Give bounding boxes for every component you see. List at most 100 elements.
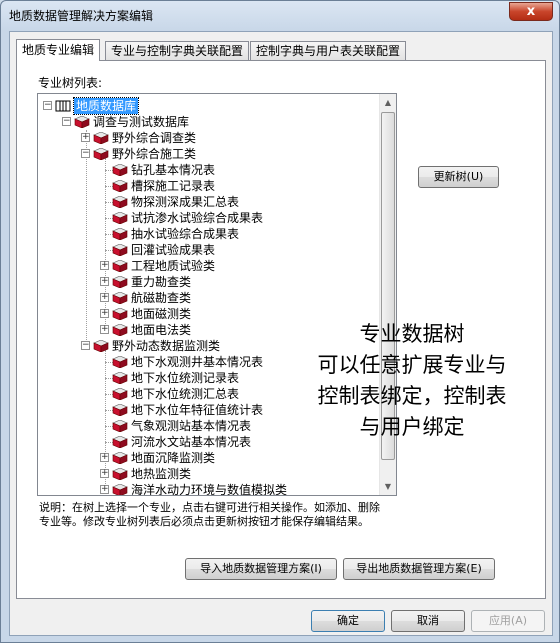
export-plan-button[interactable]: 导出地质数据管理方案(E) — [343, 558, 495, 580]
tree-node-label: 河流水文站基本情况表 — [131, 435, 252, 449]
tree-node-label: 地下水观测井基本情况表 — [131, 355, 264, 369]
cancel-button[interactable]: 取消 — [391, 610, 465, 632]
window-title: 地质数据管理解决方案编辑 — [9, 9, 154, 23]
expand-icon[interactable]: + — [100, 485, 109, 494]
tab-geology-specialty-edit[interactable]: 地质专业编辑 — [16, 39, 101, 61]
ok-button[interactable]: 确定 — [311, 610, 385, 632]
overlay-line: 可以任意扩展专业与 — [317, 353, 507, 377]
tree-node[interactable]: 物探测深成果汇总表 — [38, 194, 378, 210]
red-book-icon — [112, 483, 128, 495]
overlay-line: 专业数据树 — [359, 322, 465, 346]
tree-node-label: 野外动态数据监测类 — [112, 339, 221, 353]
tree-node-label: 重力勘查类 — [131, 275, 192, 289]
tree-node[interactable]: + 工程地质试验类 — [38, 258, 378, 274]
tab-specialty-dictionary-config[interactable]: 专业与控制字典关联配置 — [105, 41, 250, 60]
tree-node[interactable]: + 重力勘查类 — [38, 274, 378, 290]
tree-node-label: 地下水位统测汇总表 — [131, 387, 240, 401]
expand-icon[interactable]: + — [100, 469, 109, 478]
tree-node[interactable]: + 航磁勘查类 — [38, 290, 378, 306]
tab-panel: 专业树列表: − 地质数据库 − 调查与测试数据库 + 野外综合调查类 − 野外综合施工类 钻孔… — [16, 60, 546, 599]
tree-node-label: 地面磁测类 — [131, 307, 192, 321]
description-text: 说明：在树上选择一个专业，点击右键可进行相关操作。如添加、删除 专业等。修改专业… — [39, 501, 539, 529]
tree-node-label: 钻孔基本情况表 — [131, 163, 216, 177]
tree-node[interactable]: − 调查与测试数据库 — [38, 114, 378, 130]
red-book-icon — [112, 323, 128, 337]
tree-node[interactable]: + 海洋水动力环境与数值模拟类 — [38, 482, 378, 495]
expand-icon[interactable]: + — [100, 309, 109, 318]
tree-node-label: 回灌试验成果表 — [131, 243, 216, 257]
tab-dictionary-user-table-config[interactable]: 控制字典与用户表关联配置 — [250, 41, 407, 60]
red-book-icon — [112, 179, 128, 193]
apply-button[interactable]: 应用(A) — [471, 610, 545, 632]
red-book-icon — [93, 339, 109, 353]
red-book-icon — [112, 275, 128, 289]
tree-node[interactable]: 抽水试验综合成果表 — [38, 226, 378, 242]
dialog-client: 地质专业编辑 专业与控制字典关联配置 控制字典与用户表关联配置 专业树列表: −… — [9, 31, 553, 636]
tree-node-label: 野外综合调查类 — [112, 131, 197, 145]
collapse-icon[interactable]: − — [81, 149, 90, 158]
tree-node[interactable]: 钻孔基本情况表 — [38, 162, 378, 178]
red-book-icon — [112, 435, 128, 449]
description-line: 专业等。修改专业树列表后必须点击更新树按钮才能保存编辑结果。 — [39, 515, 369, 528]
expand-icon[interactable]: + — [100, 293, 109, 302]
collapse-icon[interactable]: − — [62, 117, 71, 126]
tree-node[interactable]: 槽探施工记录表 — [38, 178, 378, 194]
tree-node-label: 航磁勘查类 — [131, 291, 192, 305]
tree-node-label: 地热监测类 — [131, 467, 192, 481]
tree-node-label: 试抗渗水试验综合成果表 — [131, 211, 264, 225]
tree-node[interactable]: + 野外综合调查类 — [38, 130, 378, 146]
tree-node-label: 槽探施工记录表 — [131, 179, 216, 193]
red-book-icon — [112, 467, 128, 481]
red-book-icon — [112, 259, 128, 273]
close-button[interactable]: x — [509, 2, 553, 21]
red-book-icon — [112, 355, 128, 369]
tree-node[interactable]: + 地热监测类 — [38, 466, 378, 482]
tree-list-label: 专业树列表: — [38, 76, 103, 90]
red-book-icon — [112, 451, 128, 465]
database-book-icon — [55, 100, 71, 112]
red-book-icon — [112, 243, 128, 257]
red-book-icon — [112, 195, 128, 209]
collapse-icon[interactable]: − — [43, 101, 52, 110]
tree-node[interactable]: − 野外综合施工类 — [38, 146, 378, 162]
expand-icon[interactable]: + — [81, 133, 90, 142]
tree-root-node[interactable]: − 地质数据库 — [38, 97, 378, 115]
tree-node-label: 气象观测站基本情况表 — [131, 419, 252, 433]
tree-node-label: 地面沉降监测类 — [131, 451, 216, 465]
red-book-icon — [112, 307, 128, 321]
red-book-icon — [112, 211, 128, 225]
red-book-icon — [112, 419, 128, 433]
scroll-up-icon[interactable]: ▲ — [380, 94, 396, 111]
tree-node-label: 地面电法类 — [131, 323, 192, 337]
tree-node[interactable]: 试抗渗水试验综合成果表 — [38, 210, 378, 226]
tree-node-label: 工程地质试验类 — [131, 259, 216, 273]
red-book-icon — [112, 403, 128, 417]
red-book-icon — [112, 371, 128, 385]
collapse-icon[interactable]: − — [81, 341, 90, 350]
red-book-icon — [112, 163, 128, 177]
title-bar[interactable]: 地质数据管理解决方案编辑 x — [1, 1, 559, 31]
tree-node[interactable]: 回灌试验成果表 — [38, 242, 378, 258]
annotation-overlay: 专业数据树 可以任意扩展专业与 控制表绑定，控制表 与用户绑定 — [287, 319, 537, 443]
tree-node-label: 地下水位统测记录表 — [131, 371, 240, 385]
red-book-icon — [74, 115, 90, 129]
import-plan-button[interactable]: 导入地质数据管理方案(I) — [185, 558, 337, 580]
red-book-icon — [112, 227, 128, 241]
expand-icon[interactable]: + — [100, 277, 109, 286]
tree-node[interactable]: + 地面沉降监测类 — [38, 450, 378, 466]
tree-node-label: 海洋水动力环境与数值模拟类 — [131, 483, 288, 495]
tree-node-label: 地质数据库 — [72, 97, 140, 115]
red-book-icon — [112, 387, 128, 401]
expand-icon[interactable]: + — [100, 453, 109, 462]
overlay-line: 控制表绑定，控制表 — [317, 384, 507, 408]
scroll-down-icon[interactable]: ▼ — [380, 478, 396, 495]
refresh-tree-button[interactable]: 更新树(U) — [418, 166, 499, 188]
tree-node-label: 野外综合施工类 — [112, 147, 197, 161]
expand-icon[interactable]: + — [100, 261, 109, 270]
red-book-icon — [93, 147, 109, 161]
tree-node-label: 地下水位年特征值统计表 — [131, 403, 264, 417]
dialog-window: 地质数据管理解决方案编辑 x 地质专业编辑 专业与控制字典关联配置 控制字典与用… — [0, 0, 560, 643]
expand-icon[interactable]: + — [100, 325, 109, 334]
tree-node-label: 物探测深成果汇总表 — [131, 195, 240, 209]
description-line: 说明：在树上选择一个专业，点击右键可进行相关操作。如添加、删除 — [39, 501, 380, 514]
